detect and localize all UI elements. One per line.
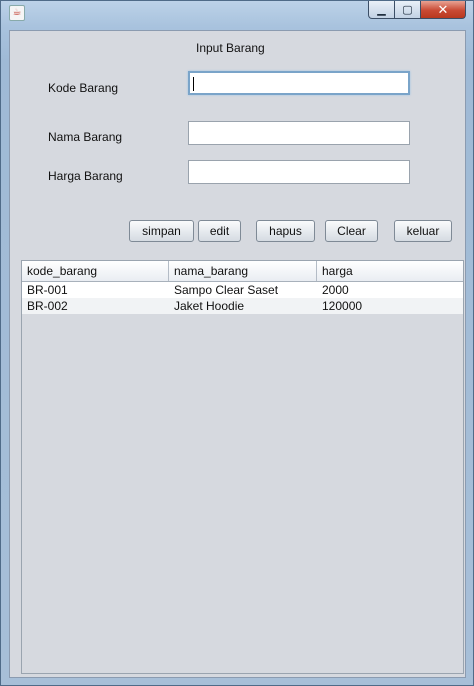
table-header: kode_barang nama_barang harga bbox=[22, 261, 463, 282]
edit-button[interactable]: edit bbox=[198, 220, 241, 242]
nama-barang-label: Nama Barang bbox=[48, 130, 123, 144]
text-caret bbox=[193, 77, 194, 91]
cell-nama-barang: Sampo Clear Saset bbox=[174, 283, 279, 297]
nama-barang-input[interactable] bbox=[188, 121, 410, 145]
keluar-button[interactable]: keluar bbox=[394, 220, 452, 242]
harga-barang-input[interactable] bbox=[188, 160, 410, 184]
java-cup-icon[interactable]: ☕ bbox=[9, 5, 25, 21]
minimize-icon: ▁ bbox=[377, 4, 386, 16]
hapus-button[interactable]: hapus bbox=[256, 220, 315, 242]
table-row[interactable]: BR-002 Jaket Hoodie 120000 bbox=[22, 298, 463, 314]
minimize-button[interactable]: ▁ bbox=[368, 1, 395, 19]
maximize-icon: ▢ bbox=[402, 4, 413, 16]
maximize-button[interactable]: ▢ bbox=[395, 1, 421, 19]
table-row[interactable]: BR-001 Sampo Clear Saset 2000 bbox=[22, 282, 463, 298]
form-panel: Input Barang Kode Barang Nama Barang Har… bbox=[9, 30, 466, 678]
cell-nama-barang: Jaket Hoodie bbox=[174, 299, 245, 313]
column-header-kode-barang[interactable]: kode_barang bbox=[22, 261, 169, 281]
kode-barang-label: Kode Barang bbox=[48, 81, 119, 95]
window-controls: ▁ ▢ ✕ bbox=[368, 1, 466, 20]
column-header-nama-barang[interactable]: nama_barang bbox=[169, 261, 317, 281]
close-icon: ✕ bbox=[437, 1, 449, 17]
barang-table[interactable]: kode_barang nama_barang harga BR-001 Sam… bbox=[21, 260, 464, 674]
cell-harga: 2000 bbox=[322, 283, 349, 297]
column-header-harga[interactable]: harga bbox=[317, 261, 463, 281]
close-button[interactable]: ✕ bbox=[421, 1, 466, 19]
kode-barang-input[interactable] bbox=[188, 71, 410, 95]
cell-harga: 120000 bbox=[322, 299, 363, 313]
form-heading: Input Barang bbox=[196, 41, 265, 55]
cell-kode-barang: BR-001 bbox=[27, 283, 68, 297]
cell-kode-barang: BR-002 bbox=[27, 299, 68, 313]
application-window: ☕ ▁ ▢ ✕ Input Barang Kode Barang Nama Ba… bbox=[0, 0, 474, 686]
harga-barang-label: Harga Barang bbox=[48, 169, 123, 183]
title-bar[interactable]: ☕ ▁ ▢ ✕ bbox=[1, 1, 473, 23]
clear-button[interactable]: Clear bbox=[325, 220, 378, 242]
simpan-button[interactable]: simpan bbox=[129, 220, 194, 242]
